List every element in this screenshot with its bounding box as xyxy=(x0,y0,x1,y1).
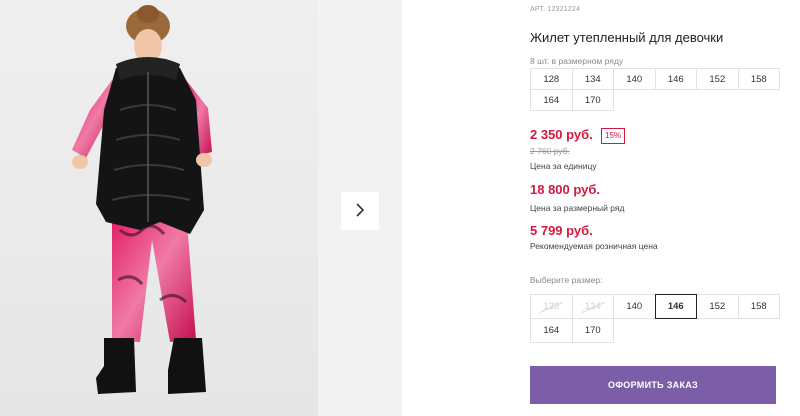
size-option-134: 134 xyxy=(571,294,614,319)
pack-price: 18 800 руб. xyxy=(530,182,601,197)
size-option-170[interactable]: 170 xyxy=(571,318,614,343)
product-photo[interactable] xyxy=(0,0,318,416)
unit-price: 2 350 руб. xyxy=(530,127,593,142)
pack-size-cell: 128 xyxy=(530,68,573,90)
retail-price-caption: Рекомендуемая розничная цена xyxy=(530,241,658,251)
product-photo-image xyxy=(0,0,318,416)
product-title: Жилет утепленный для девочки xyxy=(530,30,724,45)
discount-badge: 15% xyxy=(601,128,626,144)
size-option-140[interactable]: 140 xyxy=(613,294,656,319)
order-button[interactable]: ОФОРМИТЬ ЗАКАЗ xyxy=(530,366,776,404)
pack-size-grid: 128 134 140 146 152 158 164 170 xyxy=(530,68,780,111)
old-price: 2 760 руб. xyxy=(530,146,570,156)
pack-label: 8 шт. в размерном ряду xyxy=(530,56,624,66)
pack-size-cell: 134 xyxy=(571,68,614,90)
pack-size-cell: 146 xyxy=(654,68,697,90)
pack-price-caption: Цена за размерный ряд xyxy=(530,203,625,213)
retail-price: 5 799 руб. xyxy=(530,223,593,238)
unit-price-caption: Цена за единицу xyxy=(530,161,597,171)
size-selector: 128 134 140 146 152 158 164 170 xyxy=(530,294,780,343)
size-option-128: 128 xyxy=(530,294,573,319)
pack-size-cell: 140 xyxy=(613,68,656,90)
next-image-button[interactable] xyxy=(341,192,379,230)
article-number: АРТ. 12321224 xyxy=(530,6,581,13)
pack-size-cell: 152 xyxy=(696,68,739,90)
size-option-164[interactable]: 164 xyxy=(530,318,573,343)
size-option-146[interactable]: 146 xyxy=(654,294,697,319)
chevron-right-icon xyxy=(354,202,366,221)
size-option-152[interactable]: 152 xyxy=(696,294,739,319)
size-option-158[interactable]: 158 xyxy=(737,294,780,319)
pack-size-cell: 170 xyxy=(571,89,614,111)
pack-size-cell: 164 xyxy=(530,89,573,111)
size-selector-label: Выберите размер: xyxy=(530,275,603,285)
pack-size-cell: 158 xyxy=(737,68,780,90)
